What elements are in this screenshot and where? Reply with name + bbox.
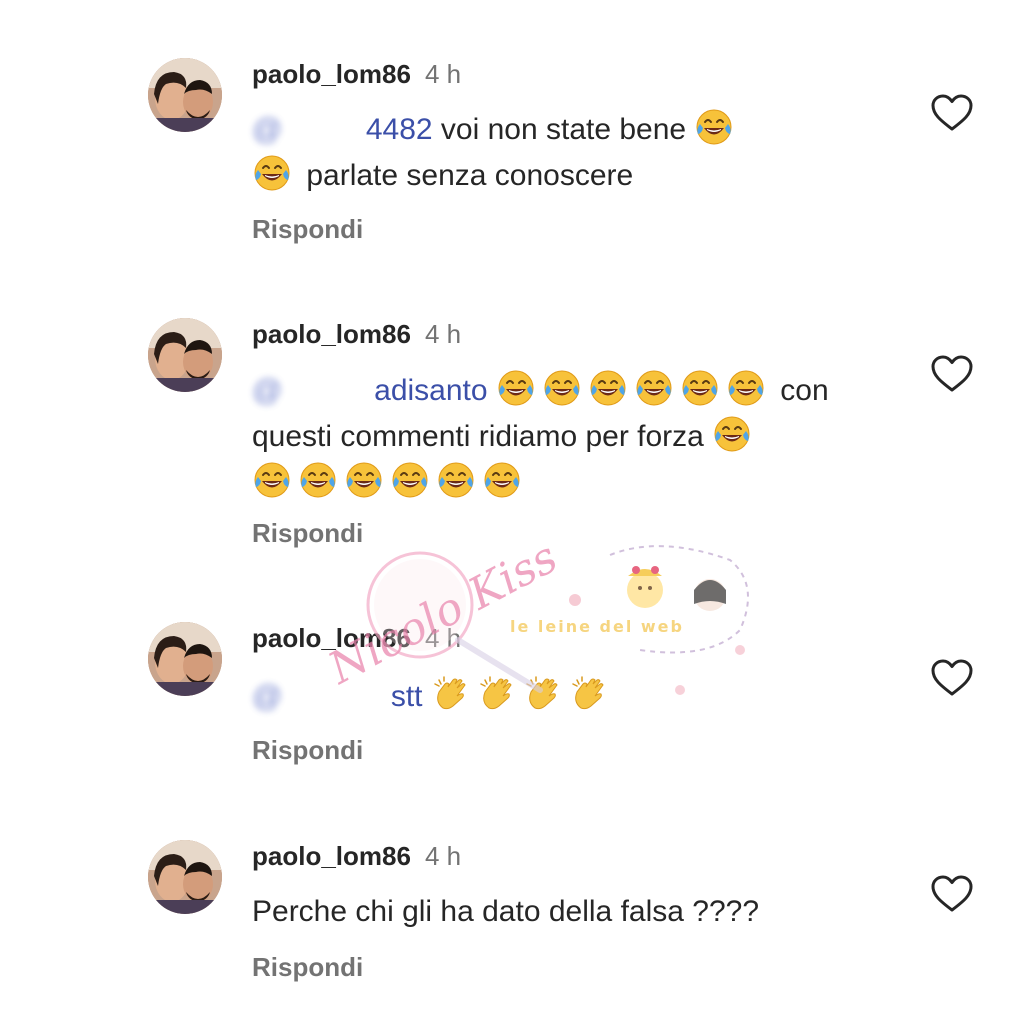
- face-with-tears-of-joy-icon: [482, 460, 522, 500]
- clapping-hands-icon: [523, 674, 563, 714]
- comment-username[interactable]: paolo_lom86: [252, 59, 411, 89]
- reply-button[interactable]: Rispondi: [252, 214, 363, 245]
- comment-text: @ 4482 voi non state bene parlate senza …: [252, 107, 882, 199]
- reply-button[interactable]: Rispondi: [252, 952, 363, 983]
- face-with-tears-of-joy-icon: [252, 460, 292, 500]
- face-with-tears-of-joy-icon: [680, 368, 720, 408]
- heart-icon[interactable]: [930, 354, 974, 394]
- face-with-tears-of-joy-icon: [298, 460, 338, 500]
- comment-username[interactable]: paolo_lom86: [252, 319, 411, 349]
- face-with-tears-of-joy-icon: [542, 368, 582, 408]
- face-with-tears-of-joy-icon: [588, 368, 628, 408]
- face-with-tears-of-joy-icon: [390, 460, 430, 500]
- mention-link[interactable]: @ 4482: [252, 113, 433, 146]
- face-with-tears-of-joy-icon: [496, 368, 536, 408]
- comment-text: @ adisanto con questi commenti ridiamo p…: [252, 368, 892, 506]
- face-with-tears-of-joy-icon: [694, 107, 734, 147]
- comment-username[interactable]: paolo_lom86: [252, 623, 411, 653]
- avatar[interactable]: [148, 318, 222, 392]
- avatar[interactable]: [148, 622, 222, 696]
- face-with-tears-of-joy-icon: [436, 460, 476, 500]
- comment-text: Perche chi gli ha dato della falsa ????: [252, 895, 760, 928]
- watermark-signature: Nicolo Kiss: [320, 540, 566, 695]
- reply-button[interactable]: Rispondi: [252, 735, 363, 766]
- face-with-tears-of-joy-icon: [726, 368, 766, 408]
- avatar[interactable]: [148, 58, 222, 132]
- mention-link[interactable]: @ adisanto: [252, 374, 488, 407]
- heart-icon[interactable]: [930, 658, 974, 698]
- mention-link[interactable]: @ stt: [252, 680, 422, 713]
- face-with-tears-of-joy-icon: [252, 153, 292, 193]
- comment-timestamp: 4 h: [424, 59, 462, 89]
- watermark-tagline: le leine del web: [510, 617, 684, 636]
- avatar[interactable]: [148, 840, 222, 914]
- reply-button[interactable]: Rispondi: [252, 518, 363, 549]
- comment-timestamp: 4 h: [424, 623, 462, 653]
- heart-icon[interactable]: [930, 874, 974, 914]
- face-with-tears-of-joy-icon: [712, 414, 752, 454]
- comment-timestamp: 4 h: [424, 841, 462, 871]
- clapping-hands-icon: [431, 674, 471, 714]
- face-with-tears-of-joy-icon: [634, 368, 674, 408]
- heart-icon[interactable]: [930, 93, 974, 133]
- comment-timestamp: 4 h: [424, 319, 462, 349]
- comment-username[interactable]: paolo_lom86: [252, 841, 411, 871]
- comment-text: @ stt: [252, 674, 882, 720]
- face-with-tears-of-joy-icon: [344, 460, 384, 500]
- clapping-hands-icon: [569, 674, 609, 714]
- clapping-hands-icon: [477, 674, 517, 714]
